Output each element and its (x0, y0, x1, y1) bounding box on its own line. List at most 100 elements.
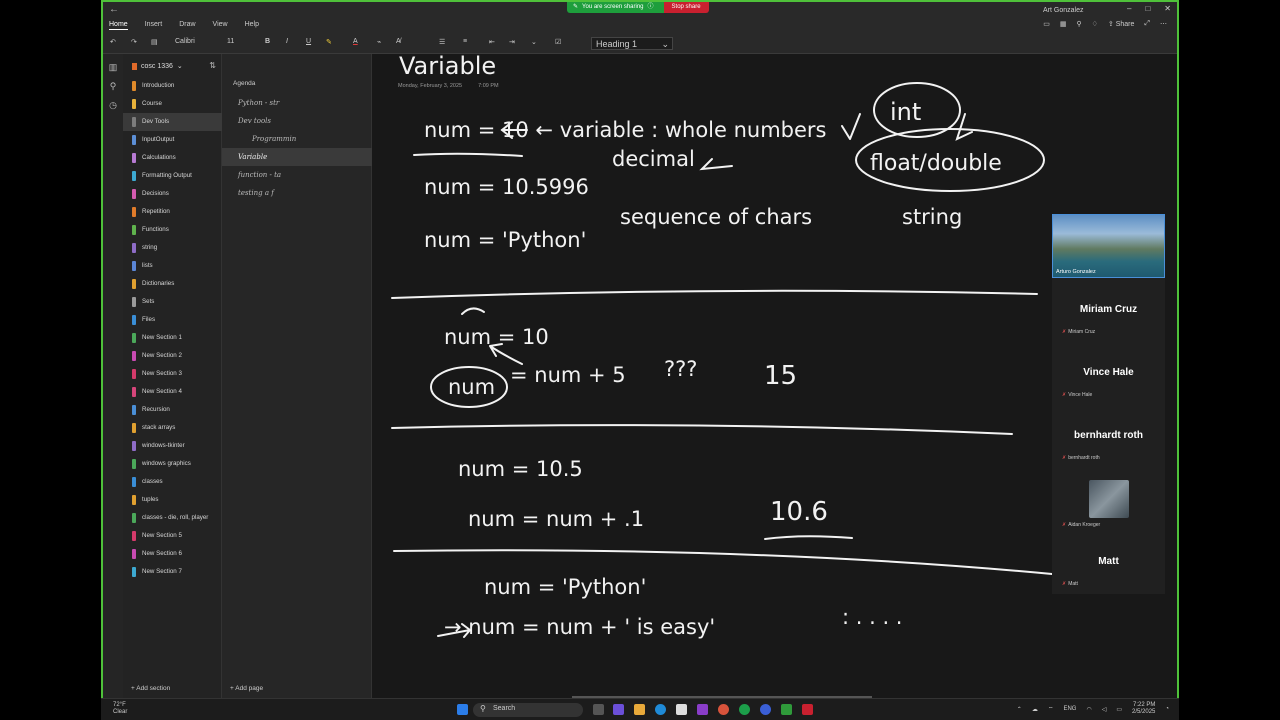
section-item[interactable]: Recursion (123, 401, 222, 419)
edge-icon[interactable] (655, 704, 666, 715)
section-item[interactable]: Calculations (123, 149, 222, 167)
page-item[interactable]: function - ta (222, 166, 372, 184)
add-page-button[interactable]: + Add page (230, 685, 263, 692)
notebooks-icon[interactable]: ▥ (103, 62, 123, 73)
clipboard-icon[interactable]: ▤ (151, 38, 158, 46)
sort-icon[interactable]: ⇅ (209, 61, 216, 70)
bell-icon[interactable]: ♢ (1092, 20, 1098, 28)
pin-icon[interactable]: ⚲ (1076, 20, 1081, 28)
task-view-icon[interactable] (593, 704, 604, 715)
participant-tile[interactable]: Matt ✗ Matt (1052, 556, 1165, 587)
close-button[interactable]: ✕ (1164, 4, 1171, 13)
section-item[interactable]: New Section 3 (123, 365, 222, 383)
maximize-button[interactable]: □ (1145, 4, 1150, 13)
section-item[interactable]: lists (123, 257, 222, 275)
windows-start-icon[interactable] (457, 704, 468, 715)
share-button[interactable]: ⇪ Share (1108, 20, 1135, 28)
section-item[interactable]: Files (123, 311, 222, 329)
record-icon[interactable] (802, 704, 813, 715)
clear-format-icon[interactable]: A̸ (396, 38, 401, 45)
stop-share-button[interactable]: Stop share (663, 2, 709, 13)
wifi-icon[interactable]: ◠ (1086, 706, 1091, 713)
section-item[interactable]: Repetition (123, 203, 222, 221)
section-item[interactable]: New Section 2 (123, 347, 222, 365)
highlight-icon[interactable]: ✎ (326, 38, 332, 46)
page-item[interactable]: Variable (222, 148, 372, 166)
section-item[interactable]: Dev Tools (123, 113, 222, 131)
section-item[interactable]: New Section 5 (123, 527, 222, 545)
font-name[interactable]: Calibri (175, 38, 195, 45)
weather-widget[interactable]: 72°F Clear (113, 702, 127, 716)
section-item[interactable]: windows graphics (123, 455, 222, 473)
section-item[interactable]: tuples (123, 491, 222, 509)
font-color-icon[interactable]: A (353, 38, 358, 45)
italic-icon[interactable]: I (286, 38, 288, 45)
lang-indicator[interactable]: ENG (1063, 706, 1076, 712)
notebook-icon[interactable]: ▭ (1043, 20, 1050, 28)
file-explorer-icon[interactable] (634, 704, 645, 715)
section-item[interactable]: Course (123, 95, 222, 113)
section-item[interactable]: Dictionaries (123, 275, 222, 293)
font-size[interactable]: 11 (227, 38, 234, 45)
participant-tile[interactable]: Vince Hale ✗ Vince Hale (1052, 367, 1165, 398)
notebook-title[interactable]: cosc 1336 ⌄ (132, 62, 183, 70)
zoom-icon[interactable] (760, 704, 771, 715)
redo-icon[interactable]: ↷ (131, 38, 137, 46)
chevron-down-icon[interactable]: ⌄ (531, 38, 537, 46)
chrome-alt-icon[interactable] (739, 704, 750, 715)
add-section-button[interactable]: + Add section (131, 685, 170, 692)
onedrive-icon[interactable]: ☁ (1032, 706, 1038, 713)
numbering-icon[interactable]: ≡ (463, 38, 467, 45)
more-icon[interactable]: ⋯ (1160, 20, 1167, 28)
minimize-button[interactable]: – (1127, 4, 1131, 13)
section-item[interactable]: New Section 7 (123, 563, 222, 581)
section-item[interactable]: string (123, 239, 222, 257)
section-item[interactable]: Introduction (123, 77, 222, 95)
page-item[interactable]: testing a f (222, 184, 372, 202)
clock[interactable]: 7:22 PM 2/5/2025 (1132, 702, 1155, 716)
bold-icon[interactable]: B (265, 38, 270, 45)
copilot-icon[interactable] (613, 704, 624, 715)
section-item[interactable]: Sets (123, 293, 222, 311)
chevron-up-icon[interactable]: ⌃ (1017, 706, 1022, 713)
recent-icon[interactable]: ◷ (103, 100, 123, 111)
tab-view[interactable]: View (213, 21, 228, 30)
volume-icon[interactable]: ◁ (1102, 706, 1107, 713)
page-item[interactable]: Dev tools (222, 112, 372, 130)
tab-draw[interactable]: Draw (179, 21, 195, 30)
section-item[interactable]: classes (123, 473, 222, 491)
outdent-icon[interactable]: ⇤ (489, 38, 495, 46)
network-icon[interactable]: ⌔ (1048, 705, 1054, 713)
section-item[interactable]: New Section 6 (123, 545, 222, 563)
notification-icon[interactable]: ◔ (1165, 706, 1169, 712)
store-icon[interactable] (676, 704, 687, 715)
info-icon[interactable]: ⓘ (648, 2, 654, 13)
user-name[interactable]: Art Gonzalez (1043, 7, 1083, 14)
section-item[interactable]: windows-tkinter (123, 437, 222, 455)
search-icon[interactable]: ⚲ (103, 81, 123, 92)
battery-icon[interactable]: ▭ (1116, 706, 1122, 713)
style-dropdown[interactable]: Heading 1 ⌄ (591, 37, 673, 50)
terminal-icon[interactable] (781, 704, 792, 715)
checkbox-icon[interactable]: ☑ (555, 38, 561, 46)
undo-icon[interactable]: ↶ (110, 38, 116, 46)
section-item[interactable]: InputOutput (123, 131, 222, 149)
section-item[interactable]: Formatting Output (123, 167, 222, 185)
indent-icon[interactable]: ⇥ (509, 38, 515, 46)
bullets-icon[interactable]: ☰ (439, 38, 445, 46)
section-item[interactable]: stack arrays (123, 419, 222, 437)
tab-insert[interactable]: Insert (145, 21, 163, 30)
section-item[interactable]: New Section 1 (123, 329, 222, 347)
tab-home[interactable]: Home (109, 21, 128, 30)
tab-help[interactable]: Help (245, 21, 259, 30)
fullscreen-icon[interactable]: ⤢ (1144, 20, 1150, 28)
participant-tile[interactable]: bernhardt roth ✗ bernhardt roth (1052, 430, 1165, 461)
back-arrow-icon[interactable]: ← (109, 4, 119, 15)
underline-icon[interactable]: U (306, 38, 311, 45)
page-item[interactable]: Programmin (222, 130, 372, 148)
chrome-icon[interactable] (718, 704, 729, 715)
taskbar-search[interactable]: ⚲ Search (473, 703, 583, 717)
onenote-icon[interactable] (697, 704, 708, 715)
page-agenda[interactable]: Agenda (233, 80, 255, 87)
participant-tile[interactable]: ✗ Aidan Kroeger (1052, 480, 1165, 528)
